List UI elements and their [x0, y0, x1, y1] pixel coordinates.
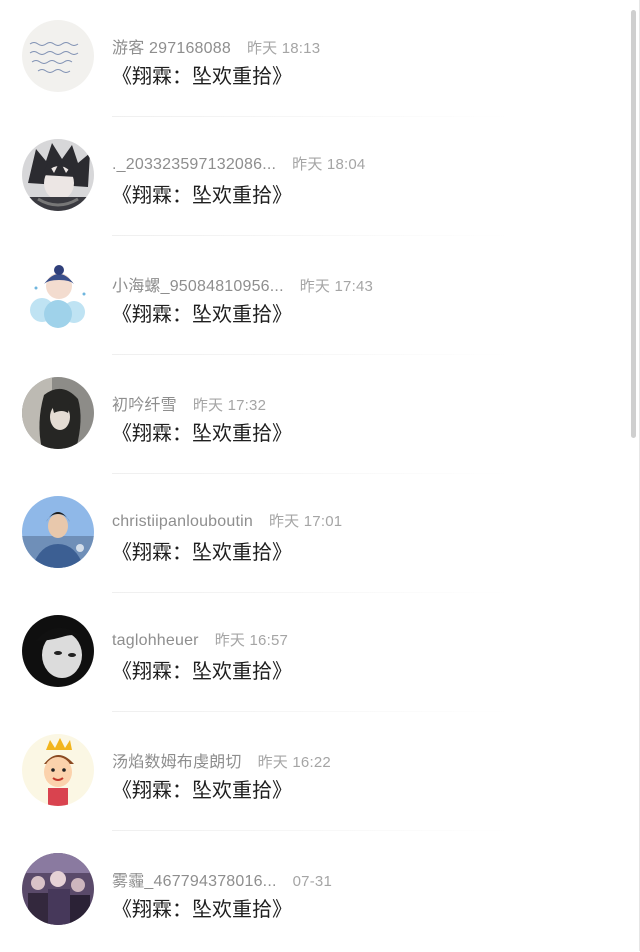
username[interactable]: 雾霾_467794378016...	[112, 873, 277, 890]
comment-text: 《翔霖：坠欢重拾》	[112, 542, 292, 564]
avatar[interactable]	[22, 496, 94, 568]
handwritten-note-avatar-icon	[22, 20, 94, 92]
comment-item[interactable]: taglohheuer 昨天 16:57 《翔霖：坠欢重拾》	[0, 595, 640, 714]
divider	[112, 354, 512, 355]
username[interactable]: christiipanlouboutin	[112, 513, 253, 530]
comment-meta: 小海螺_95084810956... 昨天 17:43	[112, 272, 373, 296]
timestamp: 昨天 18:13	[246, 40, 321, 57]
comment-text: 《翔霖：坠欢重拾》	[112, 899, 292, 921]
comment-item[interactable]: christiipanlouboutin 昨天 17:01 《翔霖：坠欢重拾》	[0, 476, 640, 595]
username[interactable]: 小海螺_95084810956...	[112, 278, 284, 295]
avatar[interactable]	[22, 734, 94, 806]
comment-meta: 雾霾_467794378016... 07-31	[112, 867, 332, 891]
comment-meta: taglohheuer 昨天 16:57	[112, 629, 288, 650]
timestamp: 昨天 16:22	[257, 754, 331, 771]
username[interactable]: ._203323597132086...	[112, 156, 276, 173]
comment-text: 《翔霖：坠欢重拾》	[112, 780, 292, 802]
timestamp: 昨天 18:04	[292, 156, 366, 173]
comment-text: 《翔霖：坠欢重拾》	[112, 661, 292, 683]
username[interactable]: 汤焰数姆布虔朗切	[112, 754, 242, 771]
crowd-photo-avatar-icon	[22, 853, 94, 925]
timestamp: 07-31	[292, 873, 332, 890]
comment-text: 《翔霖：坠欢重拾》	[112, 423, 292, 445]
avatar[interactable]	[22, 853, 94, 925]
comment-meta: 游客 297168088 昨天 18:13	[112, 34, 320, 58]
divider	[112, 711, 512, 712]
cartoon-blue-avatar-icon	[22, 258, 94, 330]
divider	[112, 473, 512, 474]
girl-photo-avatar-icon	[22, 377, 94, 449]
divider	[112, 592, 512, 593]
comment-item[interactable]: 初吟纤雪 昨天 17:32 《翔霖：坠欢重拾》	[0, 357, 640, 476]
username[interactable]: 初吟纤雪	[112, 397, 177, 414]
comment-text: 《翔霖：坠欢重拾》	[112, 185, 292, 207]
comment-meta: 汤焰数姆布虔朗切 昨天 16:22	[112, 748, 331, 772]
scrollbar[interactable]	[631, 10, 636, 438]
cartoon-crown-avatar-icon	[22, 734, 94, 806]
comment-meta: christiipanlouboutin 昨天 17:01	[112, 510, 342, 531]
comment-item[interactable]: 小海螺_95084810956... 昨天 17:43 《翔霖：坠欢重拾》	[0, 238, 640, 357]
bw-portrait-avatar-icon	[22, 615, 94, 687]
avatar[interactable]	[22, 139, 94, 211]
comment-item[interactable]: 雾霾_467794378016... 07-31 《翔霖：坠欢重拾》	[0, 833, 640, 952]
timestamp: 昨天 17:01	[268, 513, 343, 530]
comment-text: 《翔霖：坠欢重拾》	[112, 66, 292, 88]
divider	[112, 235, 512, 236]
username[interactable]: 游客 297168088	[112, 40, 231, 57]
timestamp: 昨天 16:57	[214, 632, 289, 649]
comment-text: 《翔霖：坠欢重拾》	[112, 304, 292, 326]
avatar[interactable]	[22, 615, 94, 687]
comment-item[interactable]: 游客 297168088 昨天 18:13 《翔霖：坠欢重拾》	[0, 0, 640, 119]
divider	[112, 116, 512, 117]
username[interactable]: taglohheuer	[112, 632, 199, 649]
comment-item[interactable]: ._203323597132086... 昨天 18:04 《翔霖：坠欢重拾》	[0, 119, 640, 238]
avatar[interactable]	[22, 258, 94, 330]
comment-item[interactable]: 汤焰数姆布虔朗切 昨天 16:22 《翔霖：坠欢重拾》	[0, 714, 640, 833]
boy-blue-sky-avatar-icon	[22, 496, 94, 568]
divider	[112, 830, 512, 831]
avatar[interactable]	[22, 20, 94, 92]
avatar[interactable]	[22, 377, 94, 449]
comment-meta: 初吟纤雪 昨天 17:32	[112, 391, 266, 415]
timestamp: 昨天 17:32	[192, 397, 267, 414]
timestamp: 昨天 17:43	[299, 278, 374, 295]
comment-meta: ._203323597132086... 昨天 18:04	[112, 153, 365, 174]
anime-dark-hair-avatar-icon	[22, 139, 94, 211]
